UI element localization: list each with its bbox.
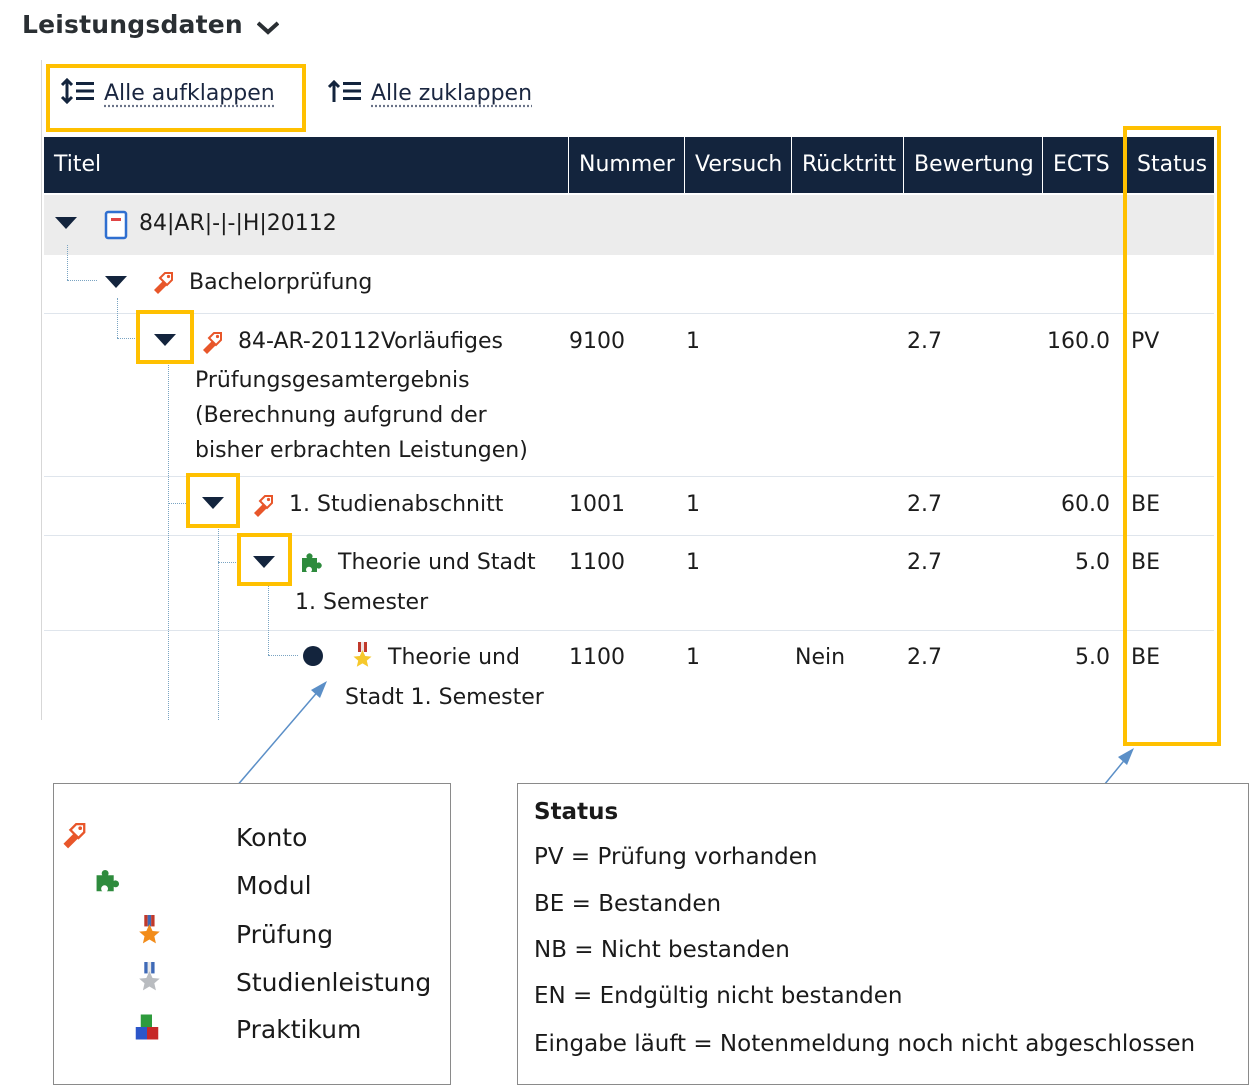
blocks-icon xyxy=(132,1012,162,1046)
status-legend-line: Eingabe läuft = Notenmeldung noch nicht … xyxy=(534,1031,1196,1057)
legend-label: Modul xyxy=(236,871,312,900)
tag-icon xyxy=(60,823,90,857)
medal-gray-icon xyxy=(136,962,164,998)
puzzle-icon xyxy=(92,865,124,901)
legend-label: Studienleistung xyxy=(236,968,432,997)
status-legend-line: PV = Prüfung vorhanden xyxy=(534,844,818,870)
legend-label: Konto xyxy=(236,823,308,852)
medal-orange-icon xyxy=(136,915,164,951)
status-legend-title: Status xyxy=(534,799,619,825)
status-legend-line: EN = Endgültig nicht bestanden xyxy=(534,983,903,1009)
legend-label: Praktikum xyxy=(236,1015,362,1044)
status-legend-line: NB = Nicht bestanden xyxy=(534,937,790,963)
legend-label: Prüfung xyxy=(236,920,334,949)
status-legend-line: BE = Bestanden xyxy=(534,891,722,917)
